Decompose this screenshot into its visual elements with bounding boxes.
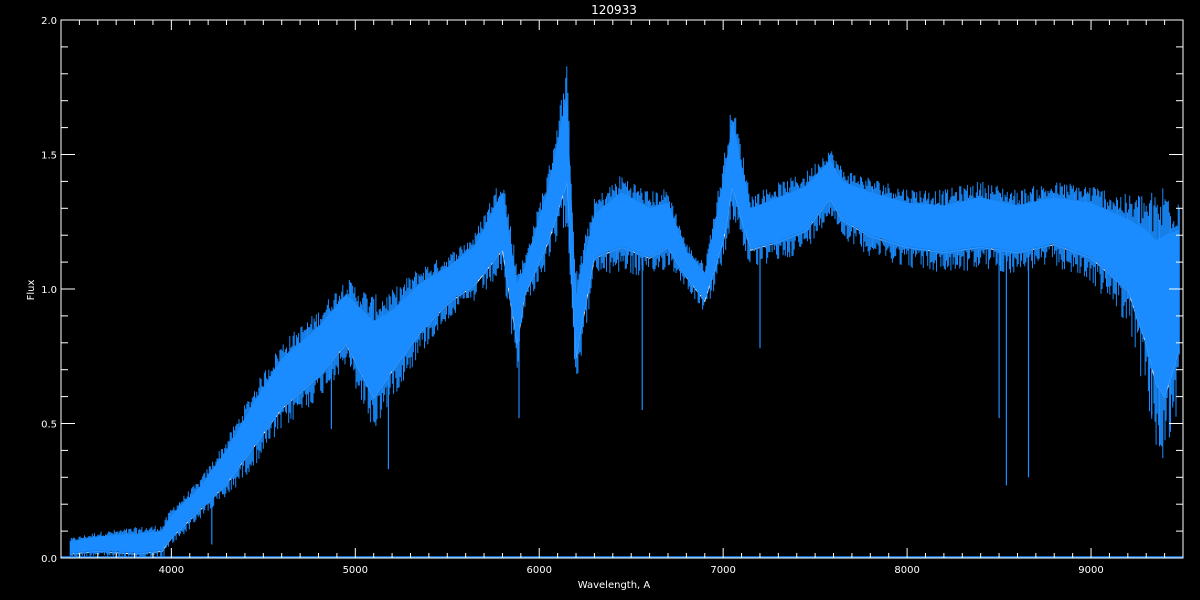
- x-axis-label: Wavelength, A: [578, 580, 651, 591]
- x-tick-label: 5000: [343, 565, 368, 576]
- x-tick-label: 4000: [159, 565, 184, 576]
- y-tick-label: 2.0: [41, 16, 57, 27]
- y-tick-label: 1.5: [41, 151, 57, 162]
- y-tick-label: 1.0: [41, 285, 57, 296]
- chart-title: 120933: [591, 3, 637, 17]
- y-axis-label: Flux: [26, 280, 37, 301]
- spectrum-chart: 120933 4000 5000 6000 7000 8000 9000 0.0 0.5 1.…: [0, 0, 1200, 600]
- y-tick-label: 0.5: [41, 420, 57, 431]
- y-tick-label: 0.0: [41, 554, 57, 565]
- x-tick-label: 8000: [894, 565, 919, 576]
- x-tick-label: 7000: [710, 565, 735, 576]
- x-tick-label: 9000: [1078, 565, 1103, 576]
- x-tick-label: 6000: [527, 565, 552, 576]
